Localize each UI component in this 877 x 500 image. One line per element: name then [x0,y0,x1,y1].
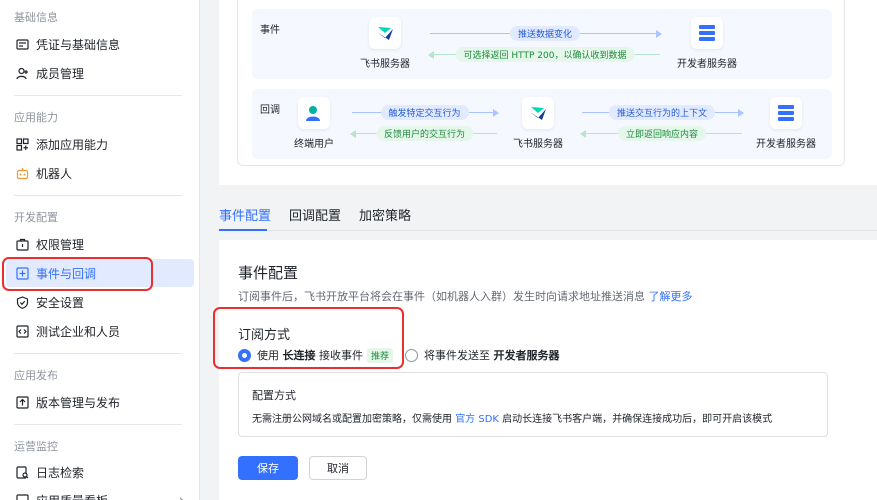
node-label: 终端用户 [294,139,334,150]
arrow-label: 推送交互行为的上下文 [608,105,716,120]
divider [14,424,182,425]
arrow-label: 立即返回响应内容 [617,126,707,141]
tab-bar: 事件配置 回调配置 加密策略 [219,185,877,231]
config-method-text: 无需注册公网域名或配置加密策略，仅需使用 官方 SDK 启动长连接飞书客户端，并… [252,410,772,425]
arrow-feedback: 反馈用户的交互行为 [350,126,497,141]
tab-callback-config[interactable]: 回调配置 [289,205,341,224]
sidebar-item-label: 凭证与基础信息 [36,37,121,52]
sidebar-item-logs[interactable]: 日志检索 [6,458,194,486]
node-feishu-server: 飞书服务器 [345,17,425,70]
sdk-link[interactable]: 官方 SDK [455,414,499,425]
radio-dev-server[interactable] [405,348,419,362]
section-title-basic: 基础信息 [14,11,58,24]
sidebar-item-label: 版本管理与发布 [36,395,121,410]
chevron-right-icon: › [179,493,184,500]
sidebar-item-label: 安全设置 [36,295,85,310]
arrow-return-response: 立即返回响应内容 [580,126,742,141]
sidebar-item-label: 测试企业和人员 [36,324,121,339]
tab-event-config[interactable]: 事件配置 [219,205,271,224]
event-flow-row: 事件 飞书服务器 开发者服务器 推送数据变化 可选择返回 HTTP 200，以确… [252,9,832,79]
sidebar-item-permissions[interactable]: 权限管理 [6,230,194,258]
node-dev-server: 开发者服务器 [746,97,826,150]
sidebar-item-label: 应用质量看板 [36,492,108,500]
sidebar-item-quality[interactable]: 应用质量看板 › [6,486,194,500]
permission-icon [15,237,29,251]
flow-diagram-card: 事件 飞书服务器 开发者服务器 推送数据变化 可选择返回 HTTP 200，以确… [219,0,877,185]
apps-icon [15,137,29,151]
main-content: 事件 飞书服务器 开发者服务器 推送数据变化 可选择返回 HTTP 200，以确… [219,0,877,500]
divider [14,195,182,196]
sidebar: 基础信息 凭证与基础信息 成员管理 应用能力 添加应用能力 机器人 开发配置 权… [0,0,200,500]
sidebar-item-versions[interactable]: 版本管理与发布 [6,388,194,416]
node-end-user: 终端用户 [274,97,354,150]
arrow-return-200: 可选择返回 HTTP 200，以确认收到数据 [428,47,660,62]
arrow-push-data: 推送数据变化 [430,26,662,41]
arrow-label: 反馈用户的交互行为 [375,126,474,141]
description-text: 订阅事件后，飞书开放平台将会在事件（如机器人入群）发生时向请求地址推送消息 [238,290,645,303]
divider [14,353,182,354]
cancel-button[interactable]: 取消 [309,456,367,480]
sidebar-item-label: 成员管理 [36,66,85,81]
sidebar-item-test-tenants[interactable]: 测试企业和人员 [6,317,194,345]
sidebar-item-robot[interactable]: 机器人 [6,159,194,187]
node-label: 开发者服务器 [677,59,737,70]
panel-description: 订阅事件后，飞书开放平台将会在事件（如机器人入群）发生时向请求地址推送消息 了解… [238,288,693,304]
sidebar-item-add-capability[interactable]: 添加应用能力 [6,130,194,158]
node-label: 飞书服务器 [360,59,410,70]
user-add-icon [15,66,29,80]
chart-icon [15,493,29,500]
node-label: 飞书服务器 [513,139,563,150]
highlight-box-subscribe [213,307,404,369]
node-dev-server: 开发者服务器 [667,17,747,70]
divider [14,95,182,96]
arrow-label: 可选择返回 HTTP 200，以确认收到数据 [455,47,635,62]
event-config-panel: 事件配置 订阅事件后，飞书开放平台将会在事件（如机器人入群）发生时向请求地址推送… [219,240,877,500]
sidebar-item-security[interactable]: 安全设置 [6,288,194,316]
log-icon [15,465,29,479]
section-title-release: 应用发布 [14,369,58,382]
node-label: 开发者服务器 [756,139,816,150]
panel-title: 事件配置 [238,264,299,282]
option-text: 将事件发送至 [424,349,491,362]
arrow-label: 推送数据变化 [509,26,581,41]
feishu-logo-icon [369,17,401,49]
config-method-box: 配置方式 无需注册公网域名或配置加密策略，仅需使用 官方 SDK 启动长连接飞书… [238,372,828,437]
config-method-title: 配置方式 [252,389,296,402]
credential-icon [15,37,29,51]
arrow-label: 触发特定交互行为 [380,105,469,120]
server-icon [770,97,802,129]
section-title-monitor: 运营监控 [14,440,58,453]
row-tag-event: 事件 [260,25,280,36]
config-text: 启动长连接飞书客户端，并确保连接成功后，即可开启该模式 [502,414,773,425]
arrow-push-context: 推送交互行为的上下文 [582,105,744,120]
upload-icon [15,395,29,409]
sidebar-item-label: 日志检索 [36,465,85,480]
save-button[interactable]: 保存 [238,456,298,480]
sidebar-item-label: 机器人 [36,166,73,181]
sidebar-item-label: 权限管理 [36,237,85,252]
flow-diagram: 事件 飞书服务器 开发者服务器 推送数据变化 可选择返回 HTTP 200，以确… [237,0,845,166]
tab-active-indicator [219,229,267,231]
node-feishu-server: 飞书服务器 [498,97,578,150]
user-icon [298,97,330,129]
learn-more-link[interactable]: 了解更多 [649,290,693,303]
arrow-trigger: 触发特定交互行为 [352,105,499,120]
highlight-box-sidebar [2,257,153,291]
code-icon [15,324,29,338]
sidebar-item-label: 添加应用能力 [36,137,109,152]
tab-encryption[interactable]: 加密策略 [359,205,411,224]
shield-icon [15,295,29,309]
section-title-dev: 开发配置 [14,211,58,224]
sidebar-item-credentials[interactable]: 凭证与基础信息 [6,30,194,58]
server-icon [691,17,723,49]
sidebar-item-members[interactable]: 成员管理 [6,59,194,87]
config-text: 无需注册公网域名或配置加密策略，仅需使用 [252,414,452,425]
callback-flow-row: 回调 终端用户 飞书服务器 开发者服务器 触发特定交互行为 反馈用户的交互行为 … [252,89,832,159]
option-bold: 开发者服务器 [493,349,560,362]
robot-icon [15,166,29,180]
feishu-logo-icon [522,97,554,129]
section-title-capabilities: 应用能力 [14,111,58,124]
